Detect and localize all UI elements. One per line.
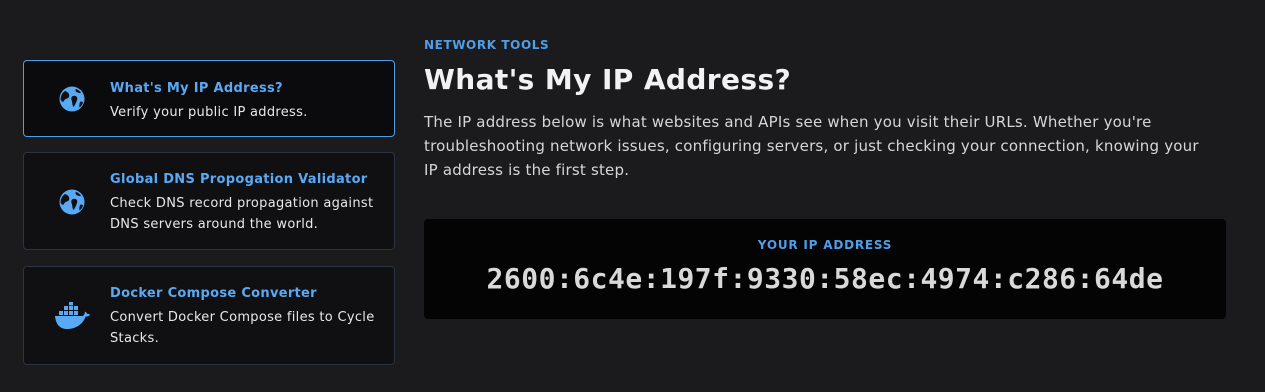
globe-icon — [57, 187, 87, 217]
tool-card-title: What's My IP Address? — [110, 81, 283, 96]
tool-card-description: Convert Docker Compose files to Cycle St… — [110, 310, 375, 346]
tool-card-description: Check DNS record propagation against DNS… — [110, 196, 374, 232]
globe-icon — [57, 84, 87, 114]
tool-card-title: Docker Compose Converter — [110, 286, 317, 301]
tool-card-dns-propagation[interactable]: Global DNS Propogation Validator Check D… — [23, 152, 395, 250]
main-content: NETWORK TOOLS What's My IP Address? The … — [424, 36, 1226, 319]
ip-address-label: YOUR IP ADDRESS — [757, 238, 893, 252]
section-eyebrow: NETWORK TOOLS — [424, 38, 550, 52]
intro-paragraph: The IP address below is what websites an… — [424, 113, 1199, 179]
docker-whale-icon — [54, 301, 90, 331]
tool-card-text: Global DNS Propogation Validator Check D… — [110, 171, 380, 235]
ip-address-value[interactable]: 2600:6c4e:197f:9330:58ec:4974:c286:64de — [424, 262, 1226, 295]
tool-card-text: Docker Compose Converter Convert Docker … — [110, 285, 380, 349]
ip-address-panel: YOUR IP ADDRESS 2600:6c4e:197f:9330:58ec… — [424, 219, 1226, 319]
tool-card-description: Verify your public IP address. — [110, 105, 308, 120]
network-tools-page: What's My IP Address? Verify your public… — [0, 0, 1265, 392]
tool-card-docker-compose-converter[interactable]: Docker Compose Converter Convert Docker … — [23, 266, 395, 365]
tool-card-text: What's My IP Address? Verify your public… — [110, 80, 380, 123]
tool-card-title: Global DNS Propogation Validator — [110, 172, 368, 187]
tool-card-whats-my-ip[interactable]: What's My IP Address? Verify your public… — [23, 60, 395, 137]
page-title: What's My IP Address? — [424, 63, 792, 96]
